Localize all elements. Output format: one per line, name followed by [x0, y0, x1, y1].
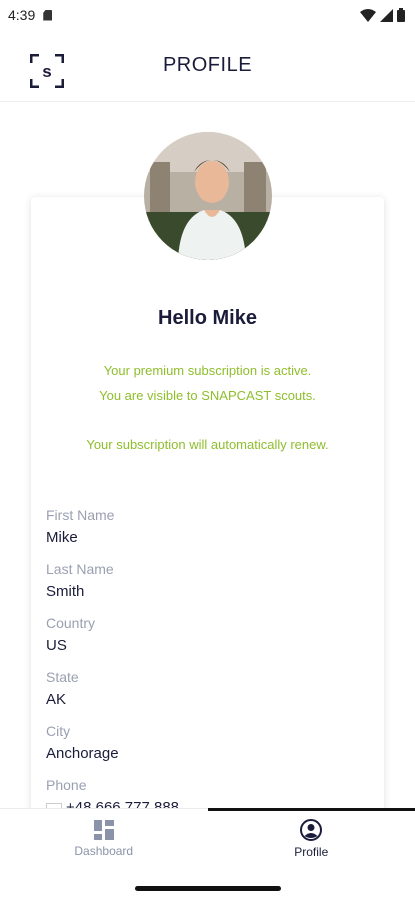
status-time: 4:39	[8, 7, 36, 23]
nav-dashboard[interactable]: Dashboard	[0, 809, 208, 868]
field-label: Country	[46, 615, 96, 631]
field-value: Smith	[46, 583, 85, 600]
first-name-field: First Name Mike	[46, 507, 114, 546]
logo-letter: s	[42, 62, 51, 81]
nav-profile-label: Profile	[294, 844, 329, 859]
battery-icon	[397, 8, 405, 22]
visible-to-scouts-text: You are visible to SNAPCAST scouts.	[99, 388, 316, 403]
profile-card: Hello Mike Your premium subscription is …	[31, 197, 384, 808]
phone-field: Phone +48 666 777 888	[46, 777, 179, 808]
field-label: State	[46, 669, 79, 685]
subscription-active-text: Your premium subscription is active.	[103, 363, 312, 378]
field-value: AK	[46, 691, 67, 708]
nav-dashboard-label: Dashboard	[74, 843, 134, 858]
state-field: State AK	[46, 669, 79, 708]
wifi-icon	[360, 8, 376, 22]
status-bar: 4:39	[0, 0, 415, 30]
dashboard-icon	[93, 819, 114, 840]
greeting: Hello Mike	[158, 307, 257, 329]
last-name-field: Last Name Smith	[46, 561, 114, 600]
nav-profile[interactable]: Profile	[207, 808, 415, 868]
field-value: US	[46, 637, 67, 654]
field-label: First Name	[46, 507, 115, 523]
field-label: Last Name	[46, 561, 114, 577]
country-field: Country US	[46, 615, 95, 654]
profile-content[interactable]: Hello Mike Your premium subscription is …	[0, 102, 415, 808]
phone-number: +48 666 777 888	[66, 799, 180, 808]
snapcast-logo[interactable]: s	[30, 54, 64, 88]
home-indicator[interactable]	[135, 886, 281, 891]
signal-icon	[380, 8, 393, 22]
bottom-nav: Dashboard Profile	[0, 808, 415, 868]
phone-value: +48 666 777 888	[46, 799, 179, 808]
field-value: Mike	[46, 529, 78, 546]
field-value: Anchorage	[46, 745, 119, 762]
city-field: City Anchorage	[46, 723, 119, 762]
renewal-text: Your subscription will automatically ren…	[86, 437, 329, 452]
profile-icon	[300, 818, 323, 841]
app-header: s PROFILE	[0, 30, 415, 102]
profile-avatar	[144, 132, 272, 260]
sd-card-icon	[43, 9, 53, 21]
field-label: City	[46, 723, 71, 739]
field-label: Phone	[46, 777, 87, 793]
